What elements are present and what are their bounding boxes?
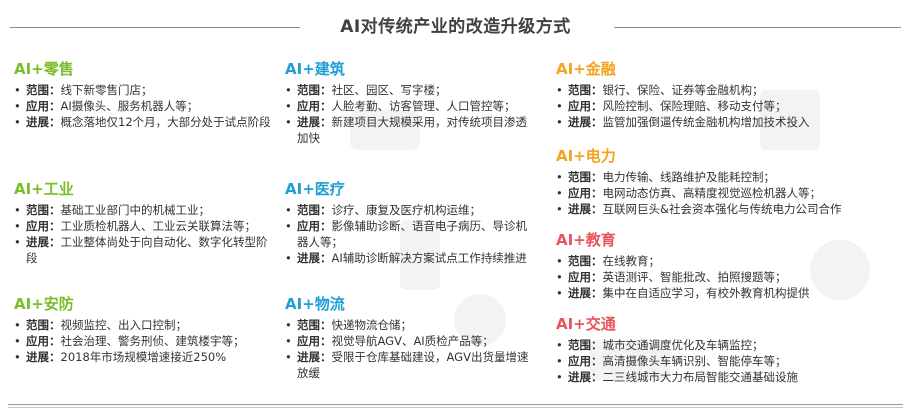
list-item: • 范围：视频监控、出入口控制；: [14, 318, 187, 332]
list-item: • 进展：新建项目大规模采用，对传统项目渗透加快: [285, 115, 527, 145]
list-item: • 应用：电网动态仿真、高精度视觉巡检机器人等；: [556, 186, 821, 200]
section-title-logistics: AI+物流: [285, 295, 345, 313]
section-retail: AI+零售 • 范围：线下新零售门店； • 应用：AI摄像头、服务机器人等； • 进展…: [14, 60, 276, 130]
section-title-transport: AI+交通: [556, 315, 616, 333]
section-title-building: AI+建筑: [285, 60, 345, 78]
section-education: AI+教育 • 范围：在线教育； • 应用：英语测评、智能批改、拍照搜题等； • 进展…: [556, 231, 904, 301]
list-item: • 应用：社会治理、警务刑侦、建筑楼宇等；: [14, 334, 245, 348]
list-item: • 进展：互联网巨头&社会资本强化与传统电力公司合作: [556, 202, 842, 216]
section-title-finance: AI+金融: [556, 60, 616, 78]
section-title-security: AI+安防: [14, 295, 74, 313]
list-item: • 范围：快递物流仓储；: [285, 318, 412, 332]
list-item: • 进展：监管加强倒逼传统金融机构增加技术投入: [556, 115, 810, 129]
section-title-industry: AI+工业: [14, 180, 74, 198]
footer-rule-secondary: [8, 407, 903, 408]
list-item: • 进展：工业整体尚处于向自动化、数字化转型阶段: [14, 235, 268, 265]
section-building: AI+建筑 • 范围：社区、园区、写字楼； • 应用：人脸考勤、访客管理、人口管控等…: [285, 60, 535, 146]
section-security: AI+安防 • 范围：视频监控、出入口控制； • 应用：社会治理、警务刑侦、建筑楼宇…: [14, 295, 276, 365]
list-item: • 进展：集中在自适应学习，有校外教育机构提供: [556, 286, 810, 300]
list-item: • 应用：英语测评、智能批改、拍照搜题等；: [556, 270, 787, 284]
section-medical: AI+医疗 • 范围：诊疗、康复及医疗机构运维； • 应用：影像辅助诊断、语音电子病…: [285, 180, 535, 266]
section-logistics: AI+物流 • 范围：快递物流仓储； • 应用：视觉导航AGV、AI质检产品等； •…: [285, 295, 535, 381]
list-item: • 应用：AI摄像头、服务机器人等；: [14, 99, 199, 113]
list-item: • 进展：2018年市场规模增速接近250%: [14, 350, 227, 364]
list-item: • 应用：人脸考勤、访客管理、人口管控等；: [285, 99, 516, 113]
list-item: • 应用：视觉导航AGV、AI质检产品等；: [285, 334, 494, 348]
page-title: AI对传统产业的改造升级方式: [340, 17, 571, 37]
list-item: • 范围：在线教育；: [556, 254, 660, 268]
section-title-education: AI+教育: [556, 231, 616, 249]
section-title-retail: AI+零售: [14, 60, 74, 78]
section-finance: AI+金融 • 范围：银行、保险、证券等金融机构； • 应用：风险控制、保险理赔、移…: [556, 60, 904, 130]
section-transport: AI+交通 • 范围：城市交通调度优化及车辆监控； • 应用：高清摄像头车辆识别、智…: [556, 315, 904, 385]
list-item: • 应用：影像辅助诊断、语音电子病历、导诊机器人等；: [285, 219, 527, 249]
list-item: • 范围：银行、保险、证券等金融机构；: [556, 83, 764, 97]
list-item: • 应用：风险控制、保险理赔、移动支付等；: [556, 99, 787, 113]
list-item: • 进展：AI辅助诊断解决方案试点工作持续推进: [285, 251, 527, 265]
section-title-power: AI+电力: [556, 147, 616, 165]
section-industry: AI+工业 • 范围：基础工业部门中的机械工业； • 应用：工业质检机器人、工业云关…: [14, 180, 276, 266]
list-item: • 应用：工业质检机器人、工业云关联算法等；: [14, 219, 256, 233]
section-power: AI+电力 • 范围：电力传输、线路维护及能耗控制； • 应用：电网动态仿真、高精度…: [556, 147, 904, 217]
list-item: • 范围：基础工业部门中的机械工业；: [14, 203, 210, 217]
list-item: • 进展：受限于仓库基础建设，AGV出货量增速放缓: [285, 350, 529, 380]
list-item: • 进展：概念落地仅12个月，大部分处于试点阶段: [14, 115, 271, 129]
list-item: • 应用：高清摄像头车辆识别、智能停车等；: [556, 354, 787, 368]
list-item: • 范围：城市交通调度优化及车辆监控；: [556, 338, 764, 352]
footer-rule: [8, 404, 903, 405]
list-item: • 范围：社区、园区、写字楼；: [285, 83, 447, 97]
list-item: • 范围：诊疗、康复及医疗机构运维；: [285, 203, 481, 217]
list-item: • 范围：电力传输、线路维护及能耗控制；: [556, 170, 775, 184]
list-item: • 进展：二三线城市大力布局智能交通基础设施: [556, 370, 798, 384]
list-item: • 范围：线下新零售门店；: [14, 83, 153, 97]
section-title-medical: AI+医疗: [285, 180, 345, 198]
